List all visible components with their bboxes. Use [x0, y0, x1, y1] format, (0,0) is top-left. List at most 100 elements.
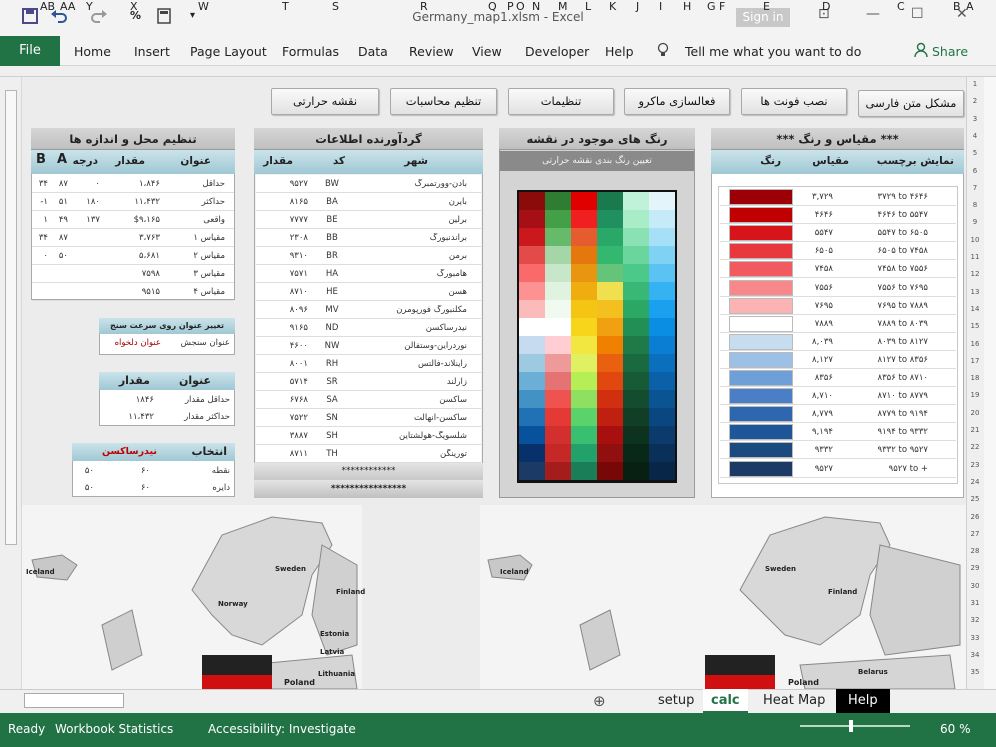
column-header[interactable]: P [507, 0, 514, 13]
row-number[interactable]: 4 [966, 132, 984, 140]
column-header[interactable]: AA [60, 0, 75, 13]
settings-cell[interactable]: ۹۵۱۵ [102, 287, 160, 297]
row-number[interactable]: 17 [966, 357, 984, 365]
color-swatch[interactable] [571, 336, 597, 354]
settings-cell[interactable]: ۵،۶۸۱ [102, 251, 160, 261]
color-swatch[interactable] [623, 390, 649, 408]
color-swatch[interactable] [545, 336, 571, 354]
column-header[interactable]: J [636, 0, 639, 13]
scale-color-swatch[interactable] [729, 261, 793, 278]
select-size[interactable]: ۶۰ [110, 466, 150, 476]
color-swatch[interactable] [545, 228, 571, 246]
color-swatch[interactable] [597, 318, 623, 336]
color-swatch[interactable] [649, 336, 675, 354]
color-swatch[interactable] [519, 210, 545, 228]
settings-cell[interactable]: ۸۷ [50, 233, 68, 243]
settings-cell[interactable]: $۹،۱۶۵ [102, 215, 160, 225]
column-header[interactable]: K [609, 0, 616, 13]
scale-value[interactable]: ۹,۱۹۴ [795, 427, 833, 437]
city-value[interactable]: ۹۳۱۰ [258, 251, 308, 261]
color-swatch[interactable] [597, 390, 623, 408]
color-swatch[interactable] [597, 192, 623, 210]
color-swatch[interactable] [649, 372, 675, 390]
select-offset[interactable]: ۵۰ [74, 483, 94, 493]
color-swatch[interactable] [649, 264, 675, 282]
enable-macro-button[interactable]: فعالسازی ماکرو [624, 88, 730, 115]
color-swatch[interactable] [571, 444, 597, 462]
row-number[interactable]: 31 [966, 599, 984, 607]
color-swatch[interactable] [571, 426, 597, 444]
column-header[interactable]: F [719, 0, 725, 13]
row-number[interactable]: 20 [966, 409, 984, 417]
column-header[interactable]: N [532, 0, 540, 13]
color-swatch[interactable] [623, 300, 649, 318]
color-swatch[interactable] [571, 408, 597, 426]
gauge-label-value[interactable]: عنوان دلخواه [101, 338, 161, 348]
color-swatch[interactable] [571, 210, 597, 228]
select-offset[interactable]: ۵۰ [74, 466, 94, 476]
column-header[interactable]: S [332, 0, 339, 13]
column-header[interactable]: W [198, 0, 209, 13]
scale-value[interactable]: ۸۳۵۶ [795, 373, 833, 383]
color-swatch[interactable] [571, 246, 597, 264]
color-swatch[interactable] [519, 300, 545, 318]
scale-value[interactable]: ۸,۱۲۷ [795, 355, 833, 365]
column-header[interactable]: D [822, 0, 830, 13]
color-swatch[interactable] [571, 390, 597, 408]
row-number[interactable]: 10 [966, 236, 984, 244]
settings-cell[interactable]: ۰ [72, 179, 100, 189]
scale-value[interactable]: ۶۵۰۵ [795, 246, 833, 256]
scale-color-swatch[interactable] [729, 460, 793, 477]
color-swatch[interactable] [623, 192, 649, 210]
color-swatch[interactable] [545, 210, 571, 228]
settings-cell[interactable]: ۵۰ [50, 251, 68, 261]
settings-cell[interactable]: -۱ [33, 197, 48, 207]
settings-cell[interactable]: حداکثر [165, 197, 225, 207]
city-value[interactable]: ۸۰۹۶ [258, 305, 308, 315]
tab-view[interactable]: View [472, 44, 502, 59]
column-header[interactable]: E [763, 0, 770, 13]
color-swatch[interactable] [571, 354, 597, 372]
row-number[interactable]: 8 [966, 201, 984, 209]
settings-cell[interactable]: ۳،۷۶۳ [102, 233, 160, 243]
tab-data[interactable]: Data [358, 44, 388, 59]
color-swatch[interactable] [649, 192, 675, 210]
color-swatch[interactable] [519, 462, 545, 480]
tab-formulas[interactable]: Formulas [282, 44, 339, 59]
city-value[interactable]: ۹۱۶۵ [258, 323, 308, 333]
row-number[interactable]: 32 [966, 616, 984, 624]
color-swatch[interactable] [597, 228, 623, 246]
color-swatch[interactable] [519, 426, 545, 444]
city-value[interactable]: ۲۳۰۸ [258, 233, 308, 243]
select-size[interactable]: ۶۰ [110, 483, 150, 493]
column-header[interactable]: B [953, 0, 961, 13]
color-swatch[interactable] [623, 246, 649, 264]
color-swatch[interactable] [597, 336, 623, 354]
city-value[interactable]: ۸۰۰۱ [258, 359, 308, 369]
color-swatch[interactable] [545, 318, 571, 336]
sheet-tab-heat-map[interactable]: Heat Map [755, 689, 833, 713]
scale-color-swatch[interactable] [729, 424, 793, 441]
row-number[interactable]: 19 [966, 391, 984, 399]
scale-color-swatch[interactable] [729, 333, 793, 350]
color-swatch[interactable] [597, 408, 623, 426]
city-value[interactable]: ۷۷۷۷ [258, 215, 308, 225]
scale-value[interactable]: ۸,۷۷۹ [795, 409, 833, 419]
column-header[interactable]: I [659, 0, 662, 13]
color-swatch[interactable] [623, 264, 649, 282]
scale-color-swatch[interactable] [729, 297, 793, 314]
color-swatch[interactable] [519, 444, 545, 462]
column-header[interactable]: L [585, 0, 591, 13]
color-swatch[interactable] [545, 426, 571, 444]
column-header[interactable]: R [420, 0, 428, 13]
file-tab[interactable]: File [0, 36, 60, 66]
calc-settings-button[interactable]: تنظیم محاسبات [390, 88, 497, 115]
tab-home[interactable]: Home [74, 44, 111, 59]
settings-cell[interactable]: مقیاس ۱ [165, 233, 225, 243]
scale-value[interactable]: ۵۵۴۷ [795, 228, 833, 238]
tab-help[interactable]: Help [605, 44, 634, 59]
color-swatch[interactable] [571, 462, 597, 480]
row-number[interactable]: 1 [966, 80, 984, 88]
color-swatch[interactable] [519, 390, 545, 408]
heatmap-button[interactable]: نقشه حرارتی [271, 88, 379, 115]
